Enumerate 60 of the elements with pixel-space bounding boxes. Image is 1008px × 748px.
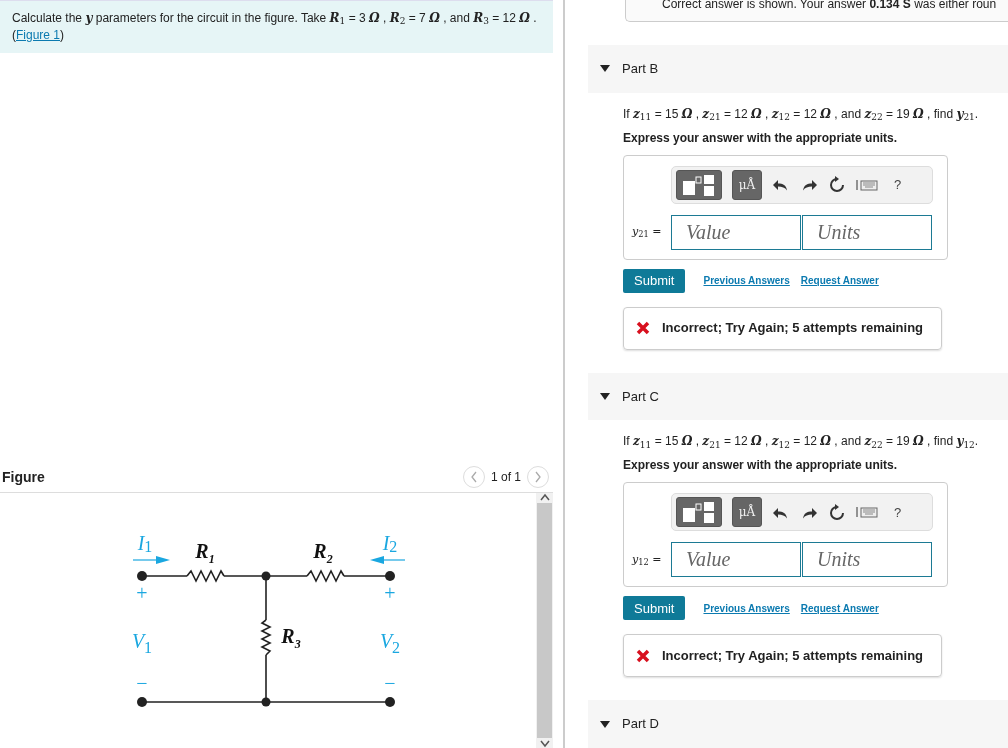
cross-icon [636,648,650,663]
previous-button[interactable] [462,466,485,488]
figure-link[interactable]: Figure 1 [16,28,61,42]
problem-statement: Calculate the y parameters for the circuit in the figure. Take R$_{1}$ = 3 Ω , R$_{2}$ = 7 Ω , and R$_{3}$ = 12 Ω . (Figure 1) [0,0,553,53]
chevron-up-icon [539,493,550,501]
circuit-label: I$_{2}$ [382,532,398,555]
instruction-text: Express your answer with the appropriate units. [623,457,899,475]
scrollbar[interactable] [536,493,553,748]
cross-icon [636,321,650,336]
submit-button[interactable]: Submit [623,596,686,621]
units-input[interactable]: Units [802,214,932,250]
template-button[interactable] [676,169,722,200]
answer-link[interactable]: Previous Answers [703,600,790,616]
answer-label: y$_{12}$ = [632,551,663,569]
current-arrow [132,556,170,564]
chevron-left-icon [469,471,478,483]
keyboard-icon [856,178,878,191]
part-title[interactable]: Part C [622,386,659,407]
feedback-text: Incorrect; Try Again; 5 attempts remaining [662,319,924,338]
circuit-label: I$_{1}$ [137,532,153,555]
circuit-label: R$_{3}$ [281,625,301,651]
help-button[interactable]: ? [888,502,908,523]
circuit-label: V$_{2}$ [379,630,401,656]
feedback-message: Correct answer is shown. Your answer 0.134 S was either roun [625,0,1008,22]
circuit-label: − [136,672,148,694]
units-button[interactable]: μÅ [732,169,762,200]
instruction-text: Express your answer with the appropriate units. [623,129,899,147]
units-button[interactable]: μÅ [732,497,762,528]
help-button[interactable]: ? [888,174,908,195]
reset-icon [828,503,846,522]
question-text: If z$_{11}$ = 15 Ω , z$_{21}$ = 12 Ω , z$_{12}$ = 12 Ω , and z$_{22}$ = 19 Ω , find y$_{21}$. [623,105,980,123]
value-input[interactable]: Value [671,542,801,578]
chevron-down-icon [539,740,550,748]
circuit-label: + [384,582,396,604]
question-text: If z$_{11}$ = 15 Ω , z$_{21}$ = 12 Ω , z$_{12}$ = 12 Ω , and z$_{22}$ = 19 Ω , find y$_{12}$. [623,433,980,451]
answer-link[interactable]: Previous Answers [703,273,790,289]
current-arrow [370,556,406,564]
next-button[interactable] [527,466,549,488]
part-title[interactable]: Part D [622,714,659,734]
units-input[interactable]: Units [802,542,932,578]
value-input[interactable]: Value [671,214,801,250]
feedback-text: Incorrect; Try Again; 5 attempts remaining [662,647,924,666]
answer-label: y$_{21}$ = [632,223,663,241]
submit-button[interactable]: Submit [623,268,686,293]
template-button[interactable] [676,497,722,528]
answer-link[interactable]: Request Answer [800,600,879,616]
circuit-label: V$_{1}$ [131,630,153,656]
chevron-right-icon [534,471,542,483]
figure-title: Figure [1,467,45,487]
circuit-label: R$_{1}$ [195,540,215,566]
page-counter: 1 of 1 [490,469,521,486]
part-title[interactable]: Part B [622,59,659,79]
keyboard-icon [856,506,878,519]
reset-icon [828,176,846,195]
template-icon [681,500,717,525]
circuit-label: − [384,672,396,694]
circuit-label: R$_{2}$ [313,540,333,566]
answer-link[interactable]: Request Answer [800,273,879,289]
template-icon [681,172,717,197]
circuit-label: + [136,582,148,604]
